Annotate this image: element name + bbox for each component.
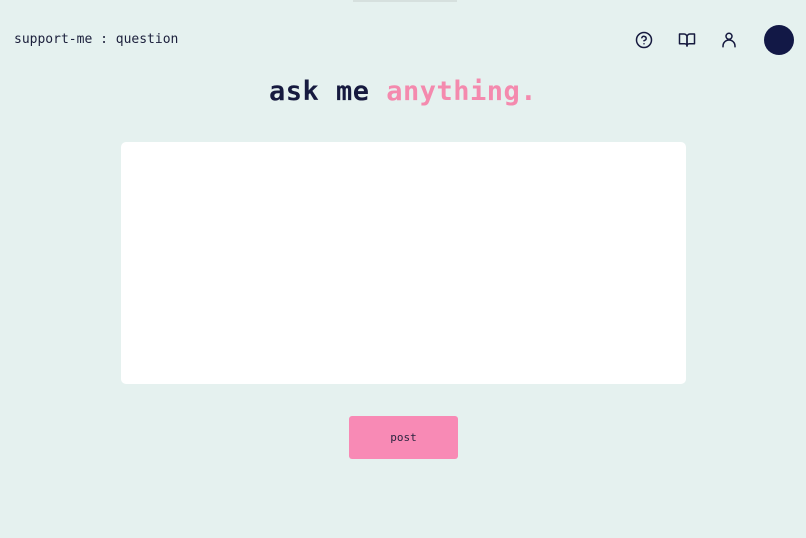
- heading-text: ask me: [268, 76, 370, 107]
- app-title: support-me : question: [14, 32, 179, 47]
- avatar[interactable]: [764, 25, 794, 55]
- help-icon[interactable]: [634, 30, 654, 50]
- user-icon[interactable]: [719, 30, 739, 50]
- question-input[interactable]: [121, 142, 686, 384]
- book-icon[interactable]: [677, 30, 697, 50]
- page-heading: ask me anything.: [0, 76, 806, 107]
- post-button[interactable]: post: [349, 416, 458, 459]
- header: support-me : question: [0, 0, 806, 80]
- heading-accent-text: anything.: [386, 76, 538, 107]
